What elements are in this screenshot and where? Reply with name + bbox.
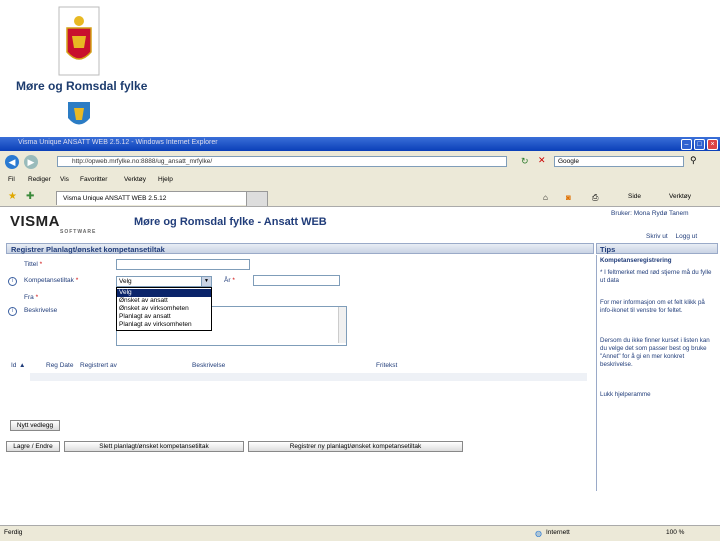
info-icon[interactable]: i (8, 277, 17, 286)
menu-tools[interactable]: Verktøy (124, 176, 146, 183)
menu-view[interactable]: Vis (60, 176, 69, 183)
add-favorite-icon[interactable]: ✚ (26, 191, 34, 202)
status-text: Ferdig (4, 529, 23, 536)
logo-subtitle: SOFTWARE (60, 229, 97, 235)
delete-button[interactable]: Slett planlagt/ønsket kompetansetiltak (64, 441, 244, 452)
forward-button[interactable]: ▶ (24, 155, 38, 169)
browser-tab[interactable]: Visma Unique ANSATT WEB 2.5.12 (56, 191, 266, 205)
scrollbar[interactable] (338, 307, 346, 343)
option-item[interactable]: Ønsket av virksomheten (117, 305, 211, 313)
address-bar: ◀ ▶ http://opweb.mrfylke.no:8888/ug_ansa… (0, 152, 720, 172)
option-item[interactable]: Planlagt av virksomheten (117, 321, 211, 329)
sort-icon[interactable]: ▲ (19, 362, 25, 369)
url-input[interactable]: http://opweb.mrfylke.no:8888/ug_ansatt_m… (57, 156, 507, 167)
search-input[interactable]: Google (554, 156, 684, 167)
tips-heading: Kompetanseregistrering (600, 257, 672, 264)
user-label: Bruker: Mona Rydø Tanem (611, 210, 689, 217)
col-regdate[interactable]: Reg Date (46, 362, 73, 369)
stop-icon[interactable]: ✕ (538, 155, 546, 166)
page-content: VISMA SOFTWARE Møre og Romsdal fylke - A… (0, 207, 720, 525)
window-titlebar: Visma Unique ANSATT WEB 2.5.12 - Windows… (0, 137, 720, 151)
menu-edit[interactable]: Rediger (28, 176, 51, 183)
option-item[interactable]: Ønsket av ansatt (117, 297, 211, 305)
tips-text: Dersom du ikke finner kurset i listen ka… (600, 337, 710, 368)
col-freetext[interactable]: Fritekst (376, 362, 397, 369)
globe-icon: ◍ (535, 529, 542, 538)
description-label: Beskrivelse (24, 307, 58, 314)
title-input[interactable] (116, 259, 250, 270)
category-label: Kompetansetiltak * (24, 277, 79, 284)
col-description[interactable]: Beskrivelse (192, 362, 225, 369)
zone-text: Internett (546, 529, 570, 536)
menu-favorites[interactable]: Favoritter (80, 176, 107, 183)
print-icon[interactable]: ⎙ (592, 193, 598, 203)
category-dropdown-list: Velg Ønsket av ansatt Ønsket av virksomh… (116, 287, 212, 331)
county-name: Møre og Romsdal fylke (16, 79, 148, 93)
logout-link[interactable]: Logg ut (675, 233, 697, 240)
status-bar: Ferdig ◍ Internett 100 % (0, 525, 720, 541)
table-row[interactable] (30, 373, 587, 381)
refresh-icon[interactable]: ↻ (521, 156, 529, 167)
close-button[interactable]: × (707, 139, 718, 150)
info-icon[interactable]: i (8, 307, 17, 316)
county-shield-icon (66, 100, 92, 132)
top-links: Skriv ut Logg ut (640, 233, 697, 240)
tips-text: For mer informasjon om et felt klikk på … (600, 299, 705, 314)
window-title: Visma Unique ANSATT WEB 2.5.12 - Windows… (18, 139, 218, 146)
print-link[interactable]: Skriv ut (646, 233, 668, 240)
feeds-icon[interactable]: ◙ (566, 193, 571, 202)
option-item[interactable]: Velg (117, 289, 211, 297)
close-help-link[interactable]: Lukk hjelperamme (600, 391, 715, 399)
page-menu[interactable]: Side (628, 193, 641, 200)
category-select[interactable]: Velg ▼ (116, 276, 212, 287)
favorites-star-icon[interactable]: ★ (8, 191, 17, 202)
year-input[interactable] (253, 275, 340, 286)
from-label: Fra * (24, 294, 39, 301)
menu-file[interactable]: Fil (8, 176, 15, 183)
tab-bar: ★ ✚ Visma Unique ANSATT WEB 2.5.12 ⌂ ◙ ⎙… (0, 188, 720, 207)
menu-bar: Fil Rediger Vis Favoritter Verktøy Hjelp (0, 173, 720, 187)
menu-help[interactable]: Hjelp (158, 176, 173, 183)
register-button[interactable]: Registrer ny planlagt/ønsket kompetanset… (248, 441, 463, 452)
year-label: År * (224, 277, 235, 284)
col-id[interactable]: Id (11, 362, 16, 369)
option-item[interactable]: Planlagt av ansatt (117, 313, 211, 321)
col-registered-by[interactable]: Registrert av (80, 362, 117, 369)
tips-panel: Kompetanseregistrering * I feltmerket me… (596, 255, 719, 491)
minimize-button[interactable]: – (681, 139, 692, 150)
section-title: Registrer Planlagt/ønsket kompetansetilt… (6, 243, 594, 254)
grid-header: Id ▲ Reg Date Registrert av Beskrivelse … (8, 361, 594, 371)
new-attachment-button[interactable]: Nytt vedlegg (10, 420, 60, 431)
tools-menu[interactable]: Verktøy (669, 193, 691, 200)
zoom-level[interactable]: 100 % (666, 529, 684, 536)
tips-text: * I feltmerket med rød stjerne må du fyl… (600, 269, 712, 284)
home-icon[interactable]: ⌂ (543, 193, 548, 202)
logo-text: VISMA (10, 213, 61, 230)
coat-of-arms-logo (58, 6, 100, 76)
save-button[interactable]: Lagre / Endre (6, 441, 60, 452)
back-button[interactable]: ◀ (5, 155, 19, 169)
new-tab-button[interactable] (246, 191, 268, 206)
visma-logo: VISMA (10, 213, 60, 230)
tips-title: Tips (596, 243, 718, 254)
maximize-button[interactable]: □ (694, 139, 705, 150)
chevron-down-icon[interactable]: ▼ (201, 277, 211, 286)
title-label: Tittel * (24, 261, 43, 268)
search-icon[interactable]: ⚲ (690, 155, 697, 166)
app-title: Møre og Romsdal fylke - Ansatt WEB (134, 216, 327, 228)
